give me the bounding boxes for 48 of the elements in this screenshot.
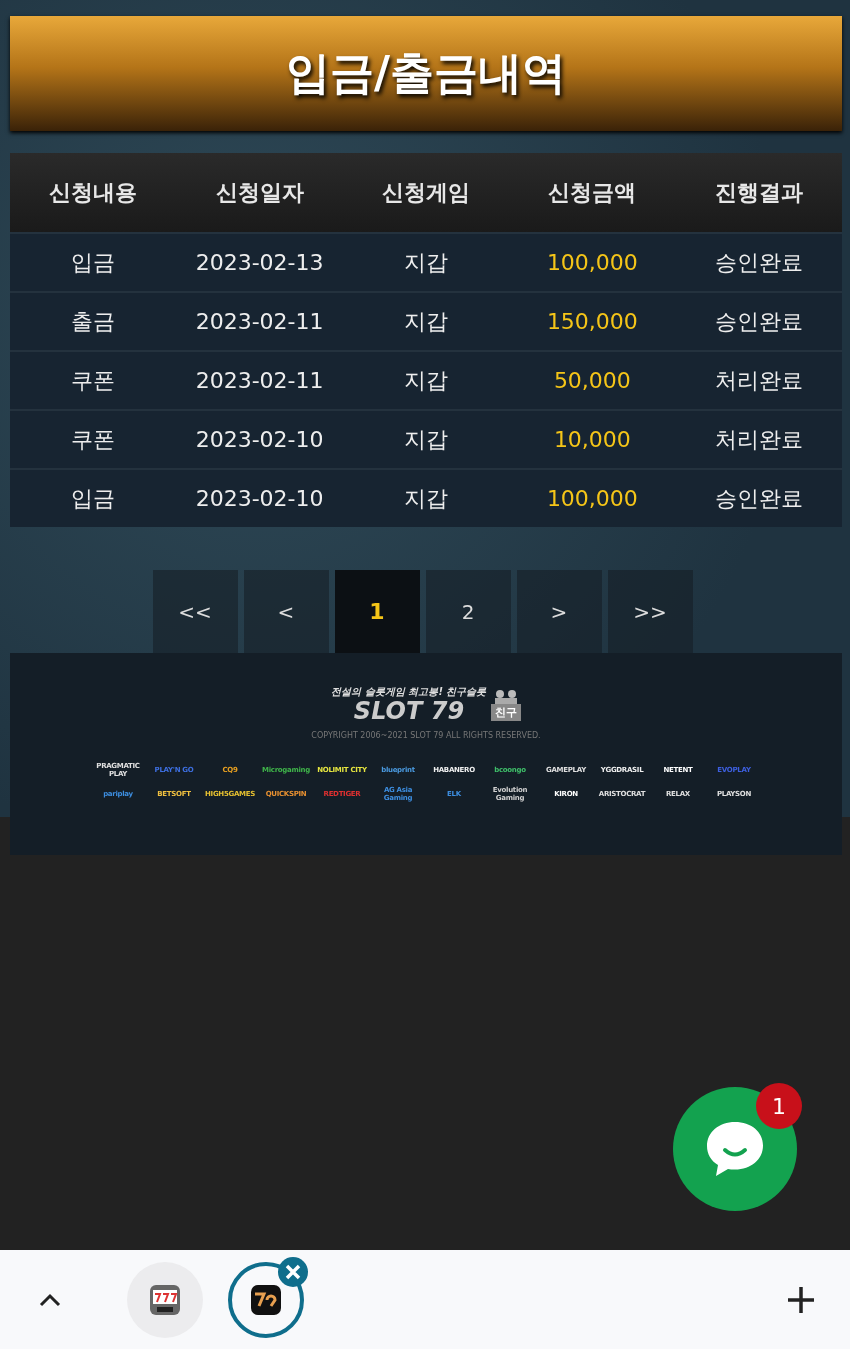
close-icon[interactable] bbox=[277, 1255, 309, 1288]
table-cell: 50,000 bbox=[509, 351, 676, 410]
page-button[interactable]: >> bbox=[607, 570, 693, 653]
table-cell: 승인완료 bbox=[675, 292, 842, 351]
table-cell: 2023-02-13 bbox=[176, 233, 343, 292]
table-cell: 150,000 bbox=[509, 292, 676, 351]
table-cell: 쿠폰 bbox=[10, 410, 177, 469]
plus-icon[interactable] bbox=[786, 1284, 816, 1315]
table-cell: 100,000 bbox=[509, 233, 676, 292]
table-cell: 지갑 bbox=[342, 469, 510, 527]
copyright-text: COPYRIGHT 2006~2021 SLOT 79 ALL RIGHTS RESERVED. bbox=[311, 731, 541, 740]
table-cell: 10,000 bbox=[509, 410, 676, 469]
page-button[interactable]: > bbox=[516, 570, 602, 653]
logo-tagline: 전설의 슬롯게임 최고봉! 친구슬롯 bbox=[331, 685, 487, 699]
table-cell: 지갑 bbox=[342, 410, 510, 469]
slot-machine-icon bbox=[149, 1283, 181, 1316]
page-button[interactable]: 2 bbox=[425, 570, 511, 653]
table-cell: 입금 bbox=[10, 233, 177, 292]
logo-badge: 친구 bbox=[490, 704, 521, 721]
table-cell: 2023-02-11 bbox=[176, 292, 343, 351]
page-title: 입금/출금내역 bbox=[285, 46, 567, 100]
table-cell: 처리완료 bbox=[675, 351, 842, 410]
page-button[interactable]: < bbox=[243, 570, 329, 653]
table-cell: 출금 bbox=[10, 292, 177, 351]
table-cell: 2023-02-11 bbox=[176, 351, 343, 410]
table-cell: 쿠폰 bbox=[10, 351, 177, 410]
table-cell: 지갑 bbox=[342, 233, 510, 292]
column-header: 신청금액 bbox=[509, 153, 676, 233]
chevron-up-icon[interactable] bbox=[38, 1291, 62, 1308]
page-button[interactable]: 1 bbox=[334, 570, 420, 653]
table-cell: 100,000 bbox=[509, 469, 676, 527]
column-header: 진행결과 bbox=[675, 153, 842, 233]
table-cell: 입금 bbox=[10, 469, 177, 527]
table-cell: 지갑 bbox=[342, 351, 510, 410]
page-button[interactable]: << bbox=[152, 570, 238, 653]
notification-badge: 1 bbox=[756, 1083, 802, 1129]
table-cell: 지갑 bbox=[342, 292, 510, 351]
table-cell: 승인완료 bbox=[675, 233, 842, 292]
column-header: 신청게임 bbox=[342, 153, 510, 233]
column-header: 신청내용 bbox=[10, 153, 177, 233]
chat-icon bbox=[705, 1120, 765, 1178]
table-cell: 처리완료 bbox=[675, 410, 842, 469]
table-cell: 승인완료 bbox=[675, 469, 842, 527]
logo-text: SLOT 79 bbox=[353, 699, 465, 723]
app-logo-icon bbox=[251, 1284, 281, 1315]
table-cell: 2023-02-10 bbox=[176, 469, 343, 527]
table-cell: 2023-02-10 bbox=[176, 410, 343, 469]
column-header: 신청일자 bbox=[176, 153, 343, 233]
